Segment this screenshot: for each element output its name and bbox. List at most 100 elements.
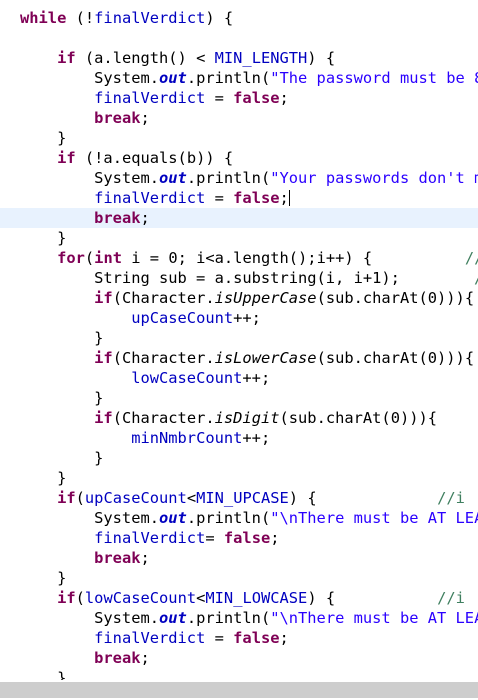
code-text: }	[20, 389, 104, 407]
code-line[interactable]: minNmbrCount++;	[0, 428, 478, 448]
code-text: ++;	[242, 369, 271, 387]
code-text: i = 0; i<a.length();i++) {	[121, 249, 465, 267]
code-line[interactable]: break;	[0, 648, 478, 668]
field-name: lowCaseCount	[131, 369, 243, 387]
comment: //t	[474, 269, 478, 287]
code-line[interactable]: if(upCaseCount<MIN_UPCASE) { //i	[0, 488, 478, 508]
code-line[interactable]: finalVerdict = false;	[0, 88, 478, 108]
code-text: (sub.charAt(0))){	[316, 289, 475, 307]
keyword: if	[57, 49, 76, 67]
code-text: (	[75, 589, 85, 607]
code-text: ++;	[233, 309, 261, 327]
code-text: System.	[20, 509, 159, 527]
keyword: if	[94, 289, 113, 307]
keyword: false	[233, 89, 280, 107]
code-line[interactable]: for(int i = 0; i<a.length();i++) { //t	[0, 248, 478, 268]
keyword: if	[57, 489, 76, 507]
code-text: <	[186, 489, 197, 507]
code-text: (	[75, 489, 85, 507]
code-text: (sub.charAt(0))){	[279, 409, 438, 427]
code-line[interactable]: }	[0, 468, 478, 488]
horizontal-scrollbar-thumb[interactable]	[0, 682, 478, 698]
static-method: isUpperCase	[214, 289, 317, 307]
code-line[interactable]: break;	[0, 208, 478, 228]
code-line[interactable]: break;	[0, 108, 478, 128]
code-line[interactable]: String sub = a.substring(i, i+1); //t	[0, 268, 478, 288]
code-text: (Character.	[112, 289, 215, 307]
code-line[interactable]: while (!finalVerdict) {	[0, 8, 478, 28]
code-text: ++;	[242, 429, 271, 447]
code-line[interactable]: }	[0, 388, 478, 408]
code-line[interactable]	[0, 28, 478, 48]
code-line[interactable]: if(Character.isLowerCase(sub.charAt(0)))…	[0, 348, 478, 368]
code-text: .println(	[186, 609, 271, 627]
field-name: upCaseCount	[131, 309, 234, 327]
code-line[interactable]: System.out.println("\nThere must be AT L…	[0, 508, 478, 528]
code-line[interactable]: System.out.println("Your passwords don't…	[0, 168, 478, 188]
comment: //i	[437, 489, 465, 507]
code-line[interactable]: if (a.length() < MIN_LENGTH) {	[0, 48, 478, 68]
code-text: ;	[279, 629, 289, 647]
field-name: lowCaseCount	[84, 589, 197, 607]
field-name: upCaseCount	[84, 489, 187, 507]
code-line[interactable]: }	[0, 328, 478, 348]
code-line[interactable]: }	[0, 668, 478, 680]
code-line[interactable]: finalVerdict = false;	[0, 628, 478, 648]
keyword: while	[20, 9, 67, 27]
code-text: System.	[20, 609, 159, 627]
code-line[interactable]: if(Character.isUpperCase(sub.charAt(0)))…	[0, 288, 478, 308]
code-text: .println(	[186, 509, 271, 527]
code-editor[interactable]: while (!finalVerdict) { if (a.length() <…	[0, 0, 478, 680]
code-line[interactable]: finalVerdict = false;	[0, 188, 478, 208]
keyword: for	[57, 249, 85, 267]
static-field: out	[159, 169, 187, 187]
code-line[interactable]: lowCaseCount++;	[0, 368, 478, 388]
field-name: minNmbrCount	[131, 429, 243, 447]
field-name: finalVerdict	[94, 89, 206, 107]
field-name: MIN_LENGTH	[214, 49, 308, 67]
code-text: (!	[66, 9, 95, 27]
code-text: =	[205, 89, 234, 107]
field-name: MIN_LOWCASE	[205, 589, 308, 607]
code-text: ;	[140, 549, 150, 567]
code-text: }	[20, 469, 67, 487]
code-line[interactable]: finalVerdict= false;	[0, 528, 478, 548]
code-line[interactable]: }	[0, 228, 478, 248]
field-name: finalVerdict	[94, 189, 206, 207]
code-line[interactable]: upCaseCount++;	[0, 308, 478, 328]
code-text: (!a.equals(b)) {	[75, 149, 234, 167]
keyword: if	[57, 149, 76, 167]
code-line[interactable]: if(lowCaseCount<MIN_LOWCASE) { //i	[0, 588, 478, 608]
code-line[interactable]: if(Character.isDigit(sub.charAt(0))){	[0, 408, 478, 428]
code-line[interactable]: if (!a.equals(b)) {	[0, 148, 478, 168]
code-line[interactable]: break;	[0, 548, 478, 568]
code-line[interactable]: }	[0, 568, 478, 588]
keyword: false	[223, 529, 271, 547]
code-text: =	[205, 529, 224, 547]
field-name: finalVerdict	[94, 529, 206, 547]
code-line[interactable]: }	[0, 448, 478, 468]
keyword: false	[233, 189, 280, 207]
code-text: String sub = a.substring(i, i+1);	[20, 269, 475, 287]
code-text: }	[20, 449, 104, 467]
code-line[interactable]: System.out.println("The password must be…	[0, 68, 478, 88]
string-literal: "The password must be 8	[270, 69, 478, 87]
code-line[interactable]: System.out.println("\nThere must be AT L…	[0, 608, 478, 628]
horizontal-scrollbar[interactable]	[0, 680, 478, 700]
code-text: .println(	[186, 69, 271, 87]
field-name: MIN_UPCASE	[196, 489, 289, 507]
code-text: }	[20, 569, 67, 587]
code-line[interactable]: }	[0, 128, 478, 148]
